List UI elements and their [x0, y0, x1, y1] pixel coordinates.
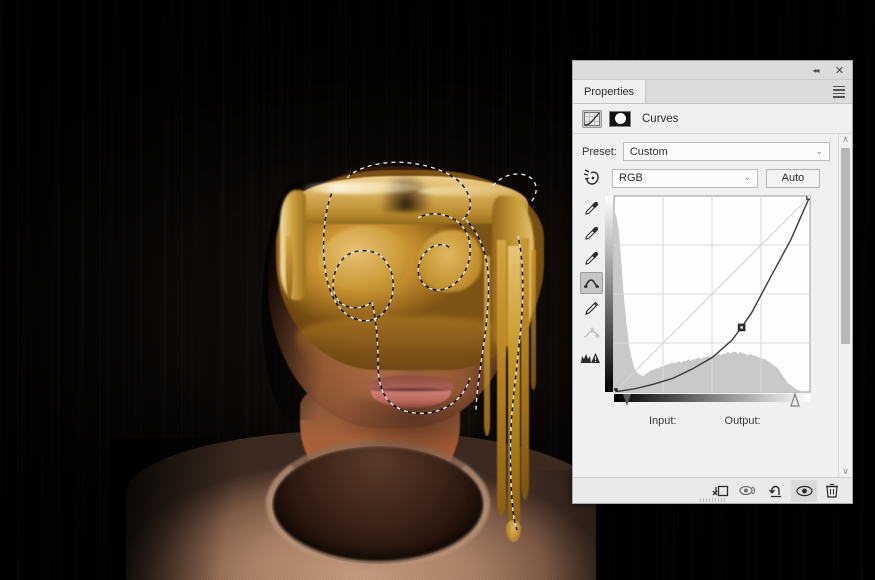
- reset-adjustment-button[interactable]: [763, 480, 789, 502]
- output-label: Output:: [724, 415, 761, 427]
- tab-properties[interactable]: Properties: [573, 80, 647, 103]
- honey-edge-left: [280, 190, 306, 300]
- panel-scrollbar[interactable]: ∧ ∨: [838, 134, 852, 477]
- eyedropper-black-point-icon[interactable]: [580, 197, 603, 219]
- honey-drip-4: [484, 256, 490, 436]
- channel-select[interactable]: RGB ⌄: [612, 168, 758, 188]
- auto-button-label: Auto: [781, 172, 805, 184]
- photoshop-screenshot: ◂◂ ✕ Properties Curves Preset: Custom ⌄ …: [0, 0, 875, 580]
- pencil-draw-curve-icon[interactable]: [580, 297, 603, 319]
- auto-button[interactable]: Auto: [766, 168, 820, 188]
- panel-resize-grip[interactable]: [699, 498, 726, 502]
- scroll-down-icon[interactable]: ∨: [842, 467, 849, 476]
- channel-value: RGB: [619, 172, 643, 184]
- honey-specular-right: [418, 186, 522, 196]
- properties-panel[interactable]: ◂◂ ✕ Properties Curves Preset: Custom ⌄ …: [572, 60, 853, 504]
- close-icon[interactable]: ✕: [833, 64, 846, 77]
- adjustment-title: Curves: [642, 112, 679, 125]
- honey-highlight-blob-left: [318, 226, 410, 292]
- collapse-panel-icon[interactable]: ◂◂: [809, 64, 822, 77]
- scroll-up-icon[interactable]: ∧: [842, 135, 849, 144]
- lower-lip: [371, 388, 451, 408]
- curve-point-tool-icon[interactable]: [579, 272, 603, 294]
- preset-label: Preset:: [582, 145, 617, 158]
- preset-select[interactable]: Custom ⌄: [622, 142, 830, 161]
- scrollbar-track[interactable]: [841, 146, 850, 465]
- panel-titlebar: ◂◂ ✕: [573, 61, 852, 80]
- honey-drip-1: [497, 240, 506, 516]
- preset-value: Custom: [629, 145, 668, 158]
- smooth-curve-values-icon[interactable]: [580, 322, 603, 344]
- on-image-adjustment-icon[interactable]: [582, 168, 604, 188]
- input-output-labels: Input: Output:: [605, 415, 811, 427]
- view-previous-state-button[interactable]: [735, 480, 761, 502]
- honey-drip-left: [286, 236, 293, 300]
- adjustment-header: Curves: [573, 104, 852, 134]
- input-label: Input:: [649, 415, 677, 427]
- curve-graph-area: Input: Output:: [573, 195, 838, 427]
- toggle-layer-visibility-button[interactable]: [791, 479, 817, 502]
- honey-drip-3: [521, 238, 529, 500]
- output-gradient-strip: [605, 196, 613, 392]
- curves-plot[interactable]: [605, 195, 811, 410]
- layer-mask-thumbnail-icon[interactable]: [609, 110, 631, 127]
- hamburger-menu-icon[interactable]: [833, 85, 845, 98]
- torso-shadow-left: [110, 438, 260, 580]
- input-gradient-strip: [614, 394, 810, 402]
- eyedropper-gray-point-icon[interactable]: [580, 222, 603, 244]
- channel-row: RGB ⌄ Auto: [573, 168, 838, 188]
- panel-main-column: Preset: Custom ⌄ RGB ⌄ Auto Input: Outpu…: [573, 134, 838, 477]
- chevron-down-icon: ⌄: [815, 145, 823, 156]
- honey-drip-5: [531, 250, 536, 390]
- curves-graph[interactable]: Input: Output:: [605, 195, 811, 427]
- panel-footer-toolbar: [573, 477, 852, 503]
- preset-row: Preset: Custom ⌄: [573, 142, 838, 161]
- panel-tab-bar: Properties: [573, 80, 852, 104]
- clipping-warning-icon[interactable]: [580, 347, 603, 369]
- panel-body: Preset: Custom ⌄ RGB ⌄ Auto Input: Outpu…: [573, 134, 852, 477]
- delete-adjustment-layer-button[interactable]: [819, 480, 845, 502]
- honey-drip-2: [508, 246, 520, 538]
- honey-specular-left: [300, 182, 420, 194]
- chevron-down-icon: ⌄: [743, 171, 751, 182]
- curves-grid-icon[interactable]: [582, 109, 602, 128]
- eyedropper-white-point-icon[interactable]: [580, 247, 603, 269]
- curve-tools-column: [577, 195, 605, 427]
- tab-properties-label: Properties: [584, 85, 635, 98]
- scrollbar-thumb[interactable]: [841, 148, 850, 344]
- honey-highlight-blob-right: [418, 230, 482, 292]
